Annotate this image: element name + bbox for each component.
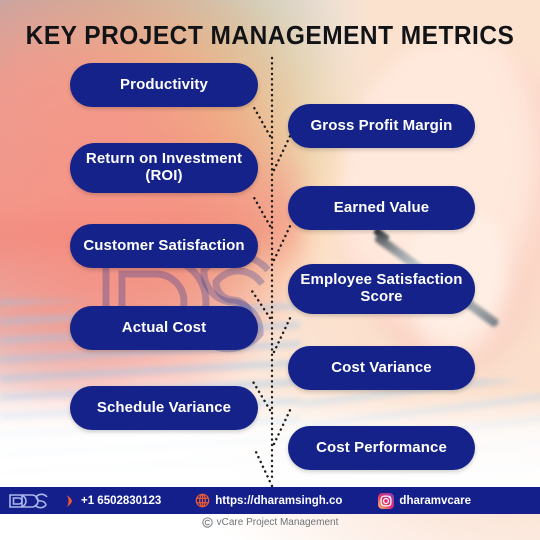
metric-pill-productivity[interactable]: Productivity <box>70 63 258 107</box>
metric-pill-employee-satisfaction-score[interactable]: Employee Satisfaction Score <box>288 264 475 314</box>
phone-icon <box>63 494 76 508</box>
metric-pill-return-on-investment[interactable]: Return on Investment (ROI) <box>70 143 258 193</box>
footer-instagram-text: dharamvcare <box>399 494 472 507</box>
copyright-text: vCare Project Management <box>216 517 339 528</box>
footer-bar: +1 6502830123 https://dharamsingh.co dha… <box>0 487 540 514</box>
instagram-icon <box>378 492 395 509</box>
copyright-icon <box>201 517 213 528</box>
footer-phone[interactable]: +1 6502830123 <box>63 494 161 508</box>
metric-pill-schedule-variance[interactable]: Schedule Variance <box>70 386 258 430</box>
metric-pill-actual-cost[interactable]: Actual Cost <box>70 306 258 350</box>
ds-monogram-logo-icon <box>7 492 51 510</box>
footer-phone-text: +1 6502830123 <box>81 494 162 507</box>
metric-pill-customer-satisfaction[interactable]: Customer Satisfaction <box>70 224 258 268</box>
footer-instagram[interactable]: dharamvcare <box>378 492 472 509</box>
metric-pill-gross-profit-margin[interactable]: Gross Profit Margin <box>288 104 475 148</box>
metric-pill-cost-variance[interactable]: Cost Variance <box>288 346 475 390</box>
globe-icon <box>195 493 210 508</box>
infographic-canvas: KEY PROJECT MANAGEMENT METRICS Productiv… <box>0 0 540 540</box>
metric-pill-cost-performance[interactable]: Cost Performance <box>288 426 475 470</box>
copyright-line: vCare Project Management <box>0 517 540 528</box>
footer-website-text: https://dharamsingh.co <box>215 494 343 507</box>
page-title: KEY PROJECT MANAGEMENT METRICS <box>25 22 515 50</box>
metric-pill-earned-value[interactable]: Earned Value <box>288 186 475 230</box>
footer-website[interactable]: https://dharamsingh.co <box>195 493 342 508</box>
